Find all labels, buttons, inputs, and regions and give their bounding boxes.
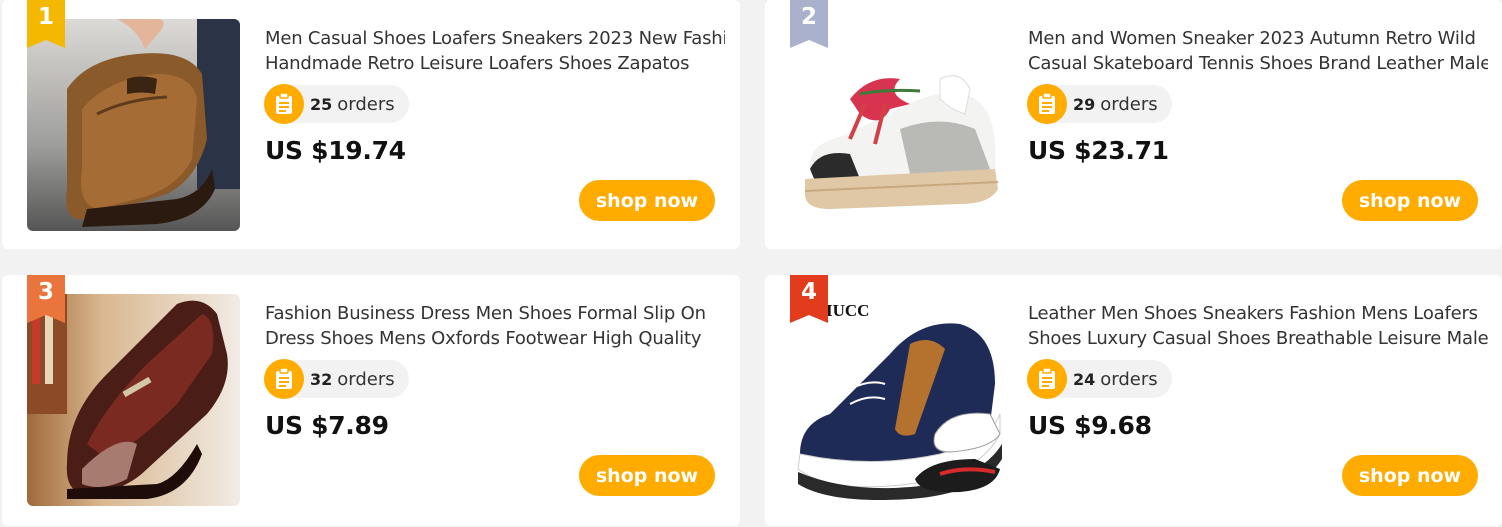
rank-number: 3 — [37, 279, 54, 305]
product-title[interactable]: Men Casual Shoes Loafers Sneakers 2023 N… — [265, 26, 725, 76]
shop-now-button[interactable]: shop now — [1342, 180, 1478, 221]
orders-pill: 29 orders — [1027, 84, 1172, 124]
clipboard-icon — [1027, 359, 1067, 399]
rank-badge: 2 — [790, 0, 828, 48]
product-card[interactable]: 4 IUCC Leather Men Shoes Sneakers Fashio… — [765, 275, 1502, 526]
product-price: US $7.89 — [265, 411, 389, 440]
orders-label: orders — [337, 368, 395, 390]
orders-pill: 24 orders — [1027, 359, 1172, 399]
clipboard-icon — [264, 84, 304, 124]
shop-now-button[interactable]: shop now — [579, 455, 715, 496]
order-count: 24 — [1073, 369, 1096, 389]
product-price: US $19.74 — [265, 136, 406, 165]
brand-watermark: IUCC — [826, 301, 869, 320]
shop-now-button[interactable]: shop now — [579, 180, 715, 221]
product-card[interactable]: 3 Fashion Business Dress Men Shoes Forma… — [2, 275, 740, 526]
product-price: US $9.68 — [1028, 411, 1152, 440]
shop-now-button[interactable]: shop now — [1342, 455, 1478, 496]
orders-label: orders — [1100, 368, 1158, 390]
product-grid: 1 Men Casual Shoes Loafers Sneakers 2023… — [0, 0, 1502, 527]
orders-pill: 32 orders — [264, 359, 409, 399]
product-image[interactable]: IUCC — [790, 294, 1003, 506]
order-count: 29 — [1073, 94, 1096, 114]
product-title[interactable]: Fashion Business Dress Men Shoes Formal … — [265, 301, 725, 351]
order-count: 32 — [310, 369, 333, 389]
orders-pill: 25 orders — [264, 84, 409, 124]
rank-number: 2 — [800, 4, 817, 30]
rank-badge: 3 — [27, 275, 65, 323]
orders-label: orders — [337, 93, 395, 115]
product-title[interactable]: Men and Women Sneaker 2023 Autumn Retro … — [1028, 26, 1488, 76]
orders-label: orders — [1100, 93, 1158, 115]
clipboard-icon — [1027, 84, 1067, 124]
product-price: US $23.71 — [1028, 136, 1169, 165]
product-image[interactable] — [27, 294, 240, 506]
order-count: 25 — [310, 94, 333, 114]
clipboard-icon — [264, 359, 304, 399]
rank-number: 1 — [37, 4, 54, 30]
rank-badge: 1 — [27, 0, 65, 48]
product-image[interactable] — [790, 19, 1003, 231]
product-card[interactable]: 2 Men and Women Sneaker 2023 Autumn Retr… — [765, 0, 1502, 249]
product-image[interactable] — [27, 19, 240, 231]
rank-number: 4 — [800, 279, 817, 305]
product-card[interactable]: 1 Men Casual Shoes Loafers Sneakers 2023… — [2, 0, 740, 249]
rank-badge: 4 — [790, 275, 828, 323]
product-title[interactable]: Leather Men Shoes Sneakers Fashion Mens … — [1028, 301, 1488, 351]
